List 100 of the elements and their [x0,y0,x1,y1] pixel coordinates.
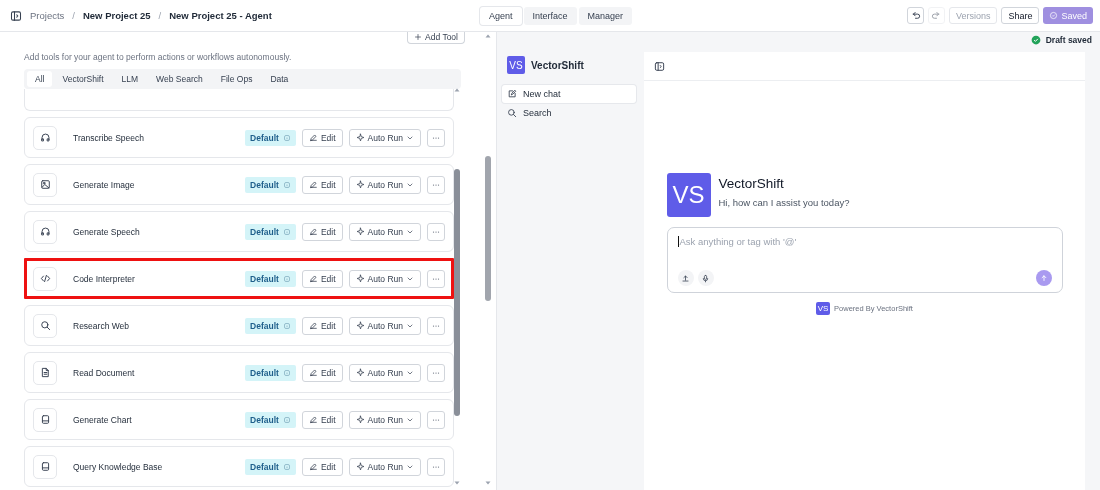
info-icon [282,368,291,377]
scroll-up-arrow-icon[interactable] [484,32,492,40]
filter-tab[interactable]: LLM [113,71,147,87]
more-button[interactable] [427,269,445,288]
sparkle-icon [355,321,365,330]
edit-icon [308,321,318,330]
edit-button[interactable]: Edit [301,316,343,335]
default-badge: Default [245,176,296,193]
default-badge: Default [245,458,296,475]
edit-button[interactable]: Edit [301,363,343,382]
info-icon [282,462,291,471]
scroll-up-arrow-icon[interactable] [453,86,461,94]
share-button[interactable]: Share [1001,7,1040,24]
filter-tab[interactable]: Data [262,71,297,87]
edit-button[interactable]: Edit [301,269,343,288]
info-icon [282,227,291,236]
info-icon [282,415,291,424]
default-badge: Default [245,364,296,381]
default-badge: Default [245,411,296,428]
microphone-icon [701,273,710,283]
auto-run-dropdown[interactable]: Auto Run [348,128,421,147]
search-icon [507,108,517,118]
tool-name: Research Web [73,320,131,331]
breadcrumb-separator: / [158,10,162,21]
sidebar-item[interactable]: New chat [502,85,636,103]
more-button[interactable] [427,316,445,335]
auto-run-dropdown[interactable]: Auto Run [348,410,421,429]
document-icon [39,367,51,378]
edit-button[interactable]: Edit [301,222,343,241]
scroll-down-arrow-icon[interactable] [453,479,461,487]
sparkle-icon [355,462,365,471]
brand-name: VectorShift [531,59,584,71]
sidebar-item[interactable]: Search [502,104,636,122]
check-circle-icon [1049,11,1059,20]
scroll-down-arrow-icon[interactable] [484,479,492,487]
upload-icon [681,273,690,283]
undo-button[interactable] [906,7,924,24]
microphone-button[interactable] [697,270,714,286]
tool-name: Transcribe Speech [73,132,146,143]
check-circle-icon [1030,35,1041,45]
more-button[interactable] [427,363,445,382]
edit-icon [308,227,318,236]
filter-tab[interactable]: File Ops [212,71,261,87]
auto-run-dropdown[interactable]: Auto Run [348,269,421,288]
sparkle-icon [355,368,365,377]
breadcrumb-link[interactable]: New Project 25 - Agent [169,10,272,21]
view-tab[interactable]: Interface [523,6,577,25]
sidebar-icon[interactable] [10,9,22,22]
default-badge: Default [245,317,296,334]
logo: VS [816,302,831,315]
breadcrumb-link[interactable]: New Project 25 [82,10,151,21]
description-text: Add tools for your agent to perform actions or workflows autonomously. [24,52,293,63]
headphones-icon [39,226,51,237]
auto-run-dropdown[interactable]: Auto Run [348,363,421,382]
info-icon [282,321,291,330]
more-button[interactable] [427,222,445,241]
more-button[interactable] [427,410,445,429]
auto-run-dropdown[interactable]: Auto Run [348,222,421,241]
tool-name: Query Knowledge Base [73,461,164,472]
auto-run-dropdown[interactable]: Auto Run [348,457,421,476]
auto-run-dropdown[interactable]: Auto Run [348,175,421,194]
image-icon [39,179,51,190]
edit-button[interactable]: Edit [301,175,343,194]
edit-button[interactable]: Edit [301,457,343,476]
more-button[interactable] [427,128,445,147]
auto-run-dropdown[interactable]: Auto Run [348,316,421,335]
filter-tab[interactable]: VectorShift [54,71,112,87]
plus-icon [414,32,423,41]
logo: VS [666,173,711,217]
filter-tab[interactable]: All [27,71,53,87]
sidebar-icon[interactable] [654,60,665,72]
headphones-icon [39,132,51,143]
view-tab[interactable]: Manager [578,6,633,25]
scrollbar-thumb[interactable] [485,156,491,301]
redo-icon [930,10,942,21]
edit-icon [308,368,318,377]
upload-button[interactable] [677,270,694,286]
tool-name: Code Interpreter [73,273,136,284]
edit-button[interactable]: Edit [301,128,343,147]
default-badge: Default [245,223,296,240]
filter-tab[interactable]: Web Search [148,71,211,87]
breadcrumb-link[interactable]: Projects [30,10,65,21]
send-button[interactable] [1035,270,1052,286]
sparkle-icon [355,180,365,189]
add-tool-button[interactable]: Add Tool [407,32,465,44]
info-icon [282,180,291,189]
view-tab[interactable]: Agent [480,6,522,25]
edit-icon [507,89,517,99]
tool-name: Read Document [73,367,136,378]
info-icon [282,274,291,283]
breadcrumb-separator: / [72,10,75,21]
logo: VS [507,56,525,74]
code-icon [39,273,51,284]
book-icon [39,461,51,472]
sparkle-icon [355,133,365,142]
more-button[interactable] [427,457,445,476]
more-button[interactable] [427,175,445,194]
sparkle-icon [355,415,365,424]
edit-button[interactable]: Edit [301,410,343,429]
scrollbar-thumb[interactable] [454,169,460,416]
